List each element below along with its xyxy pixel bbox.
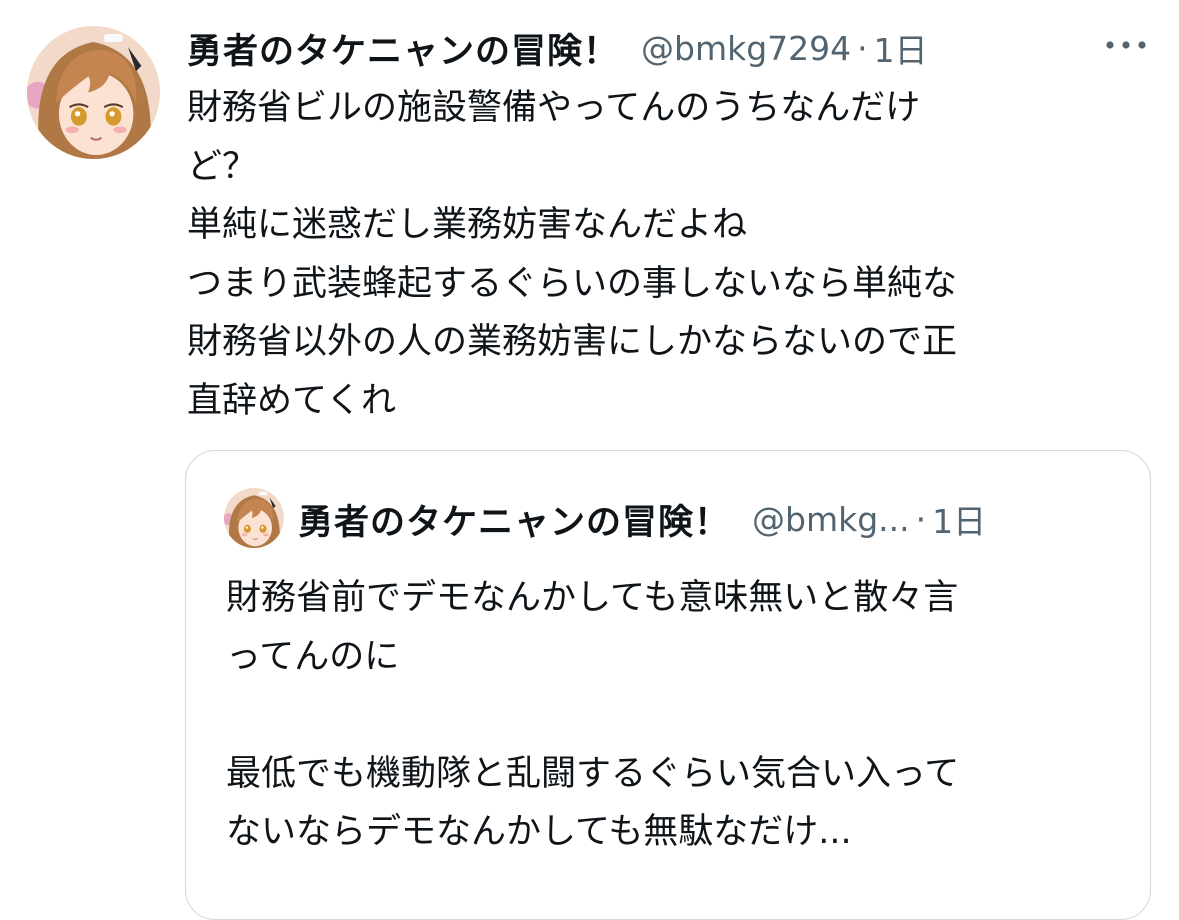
more-horizontal-icon (1106, 41, 1146, 49)
quoted-tweet-card[interactable]: 勇者のタケニャンの冒険！ @bmkg... · 1日 財務省前でデモなんかしても… (185, 450, 1151, 920)
quoted-tweet-text: 財務省前でデモなんかしても意味無いと散々言 ってんのに 最低でも機動隊と乱闘する… (226, 569, 1126, 862)
quoted-text-line: ってんのに (226, 636, 400, 677)
quoted-tweet-header: 勇者のタケニャンの冒険！ @bmkg... · 1日 (298, 493, 986, 545)
tweet-header: 勇者のタケニャンの冒険！ @bmkg7294 · 1日 (187, 22, 1147, 74)
tweet-text-line: 直辞めてくれ (187, 380, 396, 421)
quoted-text-line (226, 686, 1126, 745)
separator-dot: · (915, 499, 927, 539)
author-display-name[interactable]: 勇者のタケニャンの冒険！ (187, 23, 619, 74)
quoted-author-avatar (224, 488, 284, 548)
tweet-text-line: 財務省以外の人の業務妨害にしかならないので正 (187, 322, 958, 362)
anime-girl-avatar-icon (224, 488, 284, 548)
tweet-text-line: 財務省ビルの施設警備やってんのうちなんだけ (187, 88, 921, 128)
tweet-text-line: ど？ (187, 146, 258, 187)
quoted-author-display-name: 勇者のタケニャンの冒険！ (298, 502, 731, 543)
tweet-text: 財務省ビルの施設警備やってんのうちなんだけ ど？ 単純に迷惑だし業務妨害なんだよ… (187, 79, 1127, 430)
quoted-tweet-timestamp: 1日 (932, 502, 987, 541)
tweet-text-line: つまり武装蜂起するぐらいの事しないなら単純な (187, 263, 958, 304)
tweet-timestamp[interactable]: 1日 (874, 24, 928, 72)
quoted-text-line: 財務省前でデモなんかしても意味無いと散々言 (226, 578, 959, 618)
quoted-text-line: 最低でも機動隊と乱闘するぐらい気合い入って (226, 753, 960, 794)
more-options-button[interactable] (1101, 30, 1151, 60)
author-avatar[interactable] (27, 26, 160, 159)
anime-girl-avatar-icon (27, 26, 160, 159)
tweet-text-line: 単純に迷惑だし業務妨害なんだよね (187, 205, 748, 245)
quoted-author-handle: @bmkg... (752, 499, 910, 539)
tweet[interactable]: 勇者のタケニャンの冒険！ @bmkg7294 · 1日 財務省ビルの施設警備やっ… (0, 0, 1179, 920)
quoted-text-line: ないならデモなんかしても無駄なだけ... (226, 812, 852, 852)
author-handle[interactable]: @bmkg7294 (641, 29, 851, 68)
separator-dot: · (857, 28, 868, 68)
